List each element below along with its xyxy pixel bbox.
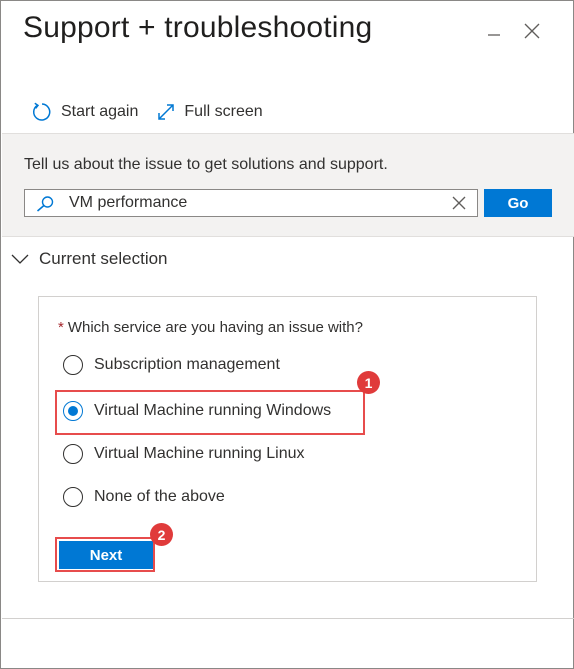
- next-button[interactable]: Next: [59, 541, 153, 569]
- minimize-icon: [488, 34, 500, 36]
- current-selection-heading: Current selection: [39, 249, 168, 268]
- service-question-card: * Which service are you having an issue w…: [38, 296, 537, 582]
- toolbar: Start again Full screen: [31, 99, 281, 125]
- start-again-label: Start again: [61, 103, 139, 120]
- radio-button[interactable]: [63, 487, 83, 507]
- full-screen-label: Full screen: [184, 103, 263, 120]
- radio-button[interactable]: [63, 444, 83, 464]
- radio-button-selected[interactable]: [63, 401, 83, 421]
- close-button[interactable]: [520, 19, 544, 43]
- option-vm-windows[interactable]: Virtual Machine running Windows: [63, 401, 331, 421]
- minimize-button[interactable]: [482, 19, 506, 43]
- option-label: Virtual Machine running Linux: [94, 445, 305, 462]
- current-selection-toggle[interactable]: Current selection: [11, 249, 168, 269]
- option-label: Subscription management: [94, 356, 280, 373]
- search-icon: [36, 196, 54, 212]
- search-box: [24, 189, 478, 217]
- full-screen-button[interactable]: Full screen: [156, 102, 263, 122]
- option-none-of-the-above[interactable]: None of the above: [63, 487, 225, 507]
- divider: [2, 618, 574, 619]
- question-text: Which service are you having an issue wi…: [67, 319, 363, 336]
- search-input[interactable]: [69, 193, 439, 213]
- go-button[interactable]: Go: [484, 189, 552, 217]
- chevron-down-icon: [11, 254, 29, 264]
- refresh-icon: [33, 102, 51, 121]
- clear-search-icon[interactable]: [451, 195, 467, 211]
- expand-icon: [158, 104, 175, 120]
- required-marker: *: [58, 319, 64, 336]
- search-prompt: Tell us about the issue to get solutions…: [24, 156, 388, 173]
- option-label: None of the above: [94, 488, 225, 505]
- option-label: Virtual Machine running Windows: [94, 402, 332, 419]
- service-question: * Which service are you having an issue w…: [58, 319, 363, 336]
- start-again-button[interactable]: Start again: [31, 101, 138, 123]
- search-section: Tell us about the issue to get solutions…: [2, 133, 574, 237]
- panel-title: Support + troubleshooting: [23, 11, 373, 44]
- option-subscription-management[interactable]: Subscription management: [63, 355, 280, 375]
- callout-badge-2: 2: [150, 523, 173, 546]
- support-panel: Support + troubleshooting Start again Fu…: [0, 0, 574, 669]
- radio-button[interactable]: [63, 355, 83, 375]
- callout-badge-1: 1: [357, 371, 380, 394]
- option-vm-linux[interactable]: Virtual Machine running Linux: [63, 444, 305, 464]
- close-icon: [524, 23, 540, 39]
